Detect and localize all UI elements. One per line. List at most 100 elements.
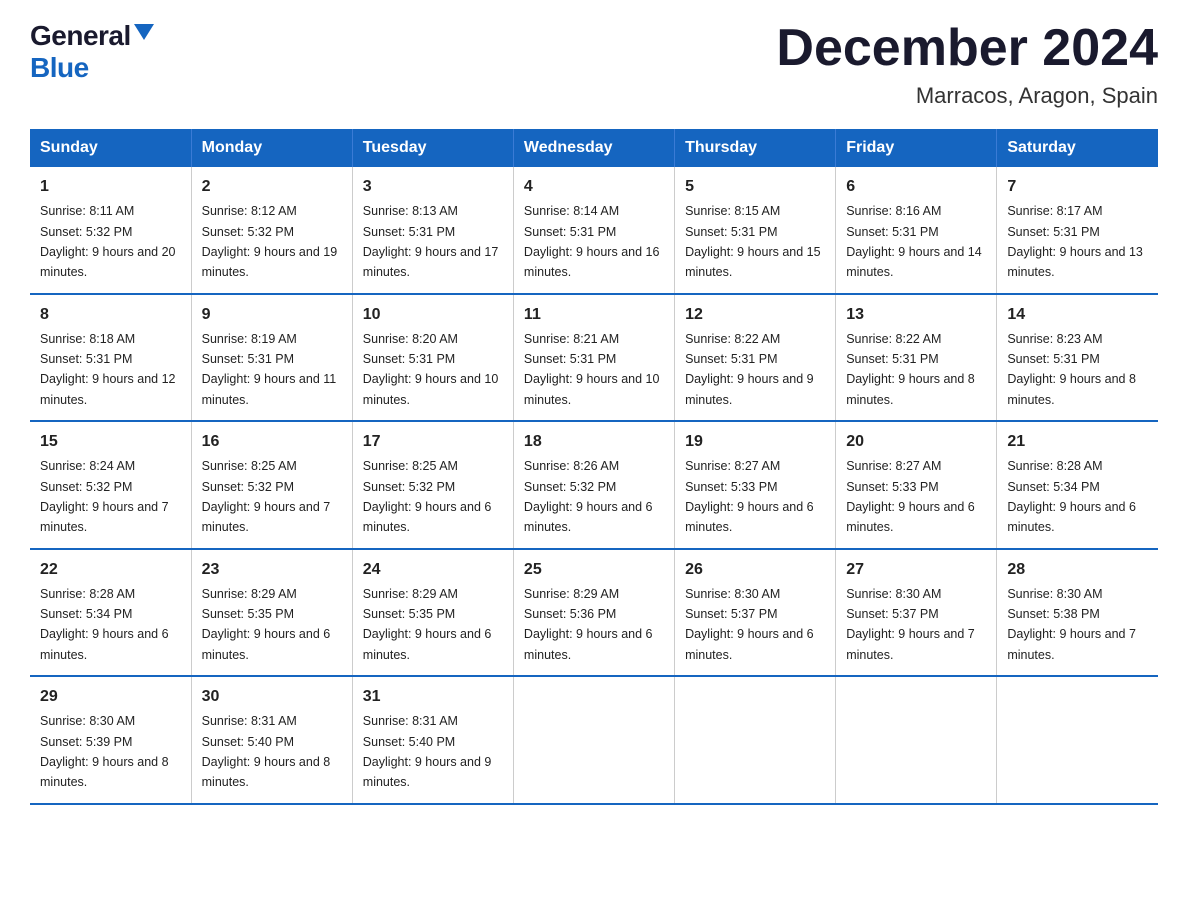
calendar-cell: 19 Sunrise: 8:27 AMSunset: 5:33 PMDayligh… [675, 421, 836, 549]
calendar-subtitle: Marracos, Aragon, Spain [776, 83, 1158, 109]
day-info: Sunrise: 8:25 AMSunset: 5:32 PMDaylight:… [202, 459, 331, 534]
calendar-cell: 18 Sunrise: 8:26 AMSunset: 5:32 PMDayligh… [513, 421, 674, 549]
day-number: 13 [846, 303, 986, 327]
day-number: 18 [524, 430, 664, 454]
calendar-cell: 3 Sunrise: 8:13 AMSunset: 5:31 PMDaylight… [352, 167, 513, 294]
calendar-cell: 24Sunrise: 8:29 AMSunset: 5:35 PMDayligh… [352, 549, 513, 677]
day-info: Sunrise: 8:26 AMSunset: 5:32 PMDaylight:… [524, 459, 653, 534]
day-info: Sunrise: 8:30 AMSunset: 5:37 PMDaylight:… [685, 587, 814, 662]
calendar-cell: 17 Sunrise: 8:25 AMSunset: 5:32 PMDayligh… [352, 421, 513, 549]
day-number: 5 [685, 175, 825, 199]
calendar-title: December 2024 [776, 20, 1158, 77]
calendar-cell: 16 Sunrise: 8:25 AMSunset: 5:32 PMDayligh… [191, 421, 352, 549]
day-number: 21 [1007, 430, 1148, 454]
header-friday: Friday [836, 129, 997, 167]
day-number: 7 [1007, 175, 1148, 199]
day-number: 3 [363, 175, 503, 199]
header-sunday: Sunday [30, 129, 191, 167]
day-info: Sunrise: 8:25 AMSunset: 5:32 PMDaylight:… [363, 459, 492, 534]
calendar-week-2: 8 Sunrise: 8:18 AMSunset: 5:31 PMDaylight… [30, 294, 1158, 422]
calendar-cell: 1 Sunrise: 8:11 AMSunset: 5:32 PMDaylight… [30, 167, 191, 294]
day-number: 25 [524, 558, 664, 582]
day-number: 17 [363, 430, 503, 454]
day-info: Sunrise: 8:19 AMSunset: 5:31 PMDaylight:… [202, 332, 337, 407]
day-number: 16 [202, 430, 342, 454]
day-number: 14 [1007, 303, 1148, 327]
calendar-cell: 29Sunrise: 8:30 AMSunset: 5:39 PMDayligh… [30, 676, 191, 804]
day-number: 29 [40, 685, 181, 709]
day-number: 11 [524, 303, 664, 327]
day-number: 23 [202, 558, 342, 582]
day-info: Sunrise: 8:21 AMSunset: 5:31 PMDaylight:… [524, 332, 660, 407]
day-info: Sunrise: 8:14 AMSunset: 5:31 PMDaylight:… [524, 204, 660, 279]
day-info: Sunrise: 8:22 AMSunset: 5:31 PMDaylight:… [846, 332, 975, 407]
calendar-cell: 27 Sunrise: 8:30 AMSunset: 5:37 PMDayligh… [836, 549, 997, 677]
calendar-cell: 12 Sunrise: 8:22 AMSunset: 5:31 PMDayligh… [675, 294, 836, 422]
calendar-header-row: SundayMondayTuesdayWednesdayThursdayFrid… [30, 129, 1158, 167]
calendar-cell: 6Sunrise: 8:16 AMSunset: 5:31 PMDaylight… [836, 167, 997, 294]
day-info: Sunrise: 8:30 AMSunset: 5:37 PMDaylight:… [846, 587, 975, 662]
calendar-cell: 2Sunrise: 8:12 AMSunset: 5:32 PMDaylight… [191, 167, 352, 294]
day-info: Sunrise: 8:11 AMSunset: 5:32 PMDaylight:… [40, 204, 176, 279]
day-info: Sunrise: 8:12 AMSunset: 5:32 PMDaylight:… [202, 204, 338, 279]
logo: General Blue [30, 20, 154, 84]
logo-general-text: General [30, 20, 131, 52]
header-thursday: Thursday [675, 129, 836, 167]
day-number: 15 [40, 430, 181, 454]
day-number: 8 [40, 303, 181, 327]
logo-blue-text: Blue [30, 52, 89, 84]
day-info: Sunrise: 8:27 AMSunset: 5:33 PMDaylight:… [685, 459, 814, 534]
calendar-cell [513, 676, 674, 804]
day-info: Sunrise: 8:29 AMSunset: 5:36 PMDaylight:… [524, 587, 653, 662]
day-info: Sunrise: 8:15 AMSunset: 5:31 PMDaylight:… [685, 204, 821, 279]
header-tuesday: Tuesday [352, 129, 513, 167]
calendar-cell: 14 Sunrise: 8:23 AMSunset: 5:31 PMDayligh… [997, 294, 1158, 422]
day-number: 28 [1007, 558, 1148, 582]
calendar-cell: 21 Sunrise: 8:28 AMSunset: 5:34 PMDayligh… [997, 421, 1158, 549]
calendar-cell: 7 Sunrise: 8:17 AMSunset: 5:31 PMDaylight… [997, 167, 1158, 294]
day-number: 4 [524, 175, 664, 199]
calendar-week-5: 29Sunrise: 8:30 AMSunset: 5:39 PMDayligh… [30, 676, 1158, 804]
day-info: Sunrise: 8:28 AMSunset: 5:34 PMDaylight:… [40, 587, 169, 662]
day-number: 9 [202, 303, 342, 327]
page-header: General Blue December 2024 Marracos, Ara… [30, 20, 1158, 109]
logo-triangle-icon [134, 24, 154, 40]
header-monday: Monday [191, 129, 352, 167]
day-info: Sunrise: 8:17 AMSunset: 5:31 PMDaylight:… [1007, 204, 1143, 279]
calendar-cell: 22 Sunrise: 8:28 AMSunset: 5:34 PMDayligh… [30, 549, 191, 677]
calendar-cell [836, 676, 997, 804]
day-info: Sunrise: 8:18 AMSunset: 5:31 PMDaylight:… [40, 332, 176, 407]
day-number: 26 [685, 558, 825, 582]
day-number: 24 [363, 558, 503, 582]
day-number: 6 [846, 175, 986, 199]
day-number: 1 [40, 175, 181, 199]
day-info: Sunrise: 8:13 AMSunset: 5:31 PMDaylight:… [363, 204, 499, 279]
day-info: Sunrise: 8:31 AMSunset: 5:40 PMDaylight:… [202, 714, 331, 789]
calendar-cell: 11 Sunrise: 8:21 AMSunset: 5:31 PMDayligh… [513, 294, 674, 422]
calendar-cell: 4 Sunrise: 8:14 AMSunset: 5:31 PMDaylight… [513, 167, 674, 294]
calendar-week-1: 1 Sunrise: 8:11 AMSunset: 5:32 PMDaylight… [30, 167, 1158, 294]
calendar-cell: 20Sunrise: 8:27 AMSunset: 5:33 PMDayligh… [836, 421, 997, 549]
calendar-cell: 9 Sunrise: 8:19 AMSunset: 5:31 PMDaylight… [191, 294, 352, 422]
day-info: Sunrise: 8:31 AMSunset: 5:40 PMDaylight:… [363, 714, 492, 789]
calendar-cell: 31 Sunrise: 8:31 AMSunset: 5:40 PMDayligh… [352, 676, 513, 804]
calendar-cell [997, 676, 1158, 804]
day-number: 31 [363, 685, 503, 709]
calendar-cell: 23Sunrise: 8:29 AMSunset: 5:35 PMDayligh… [191, 549, 352, 677]
day-number: 19 [685, 430, 825, 454]
day-number: 22 [40, 558, 181, 582]
calendar-cell: 26 Sunrise: 8:30 AMSunset: 5:37 PMDayligh… [675, 549, 836, 677]
calendar-cell: 25 Sunrise: 8:29 AMSunset: 5:36 PMDayligh… [513, 549, 674, 677]
day-info: Sunrise: 8:28 AMSunset: 5:34 PMDaylight:… [1007, 459, 1136, 534]
calendar-cell: 28Sunrise: 8:30 AMSunset: 5:38 PMDayligh… [997, 549, 1158, 677]
day-number: 20 [846, 430, 986, 454]
calendar-week-4: 22 Sunrise: 8:28 AMSunset: 5:34 PMDayligh… [30, 549, 1158, 677]
calendar-cell: 8 Sunrise: 8:18 AMSunset: 5:31 PMDaylight… [30, 294, 191, 422]
day-number: 27 [846, 558, 986, 582]
day-number: 12 [685, 303, 825, 327]
day-info: Sunrise: 8:23 AMSunset: 5:31 PMDaylight:… [1007, 332, 1136, 407]
title-section: December 2024 Marracos, Aragon, Spain [776, 20, 1158, 109]
day-info: Sunrise: 8:22 AMSunset: 5:31 PMDaylight:… [685, 332, 814, 407]
calendar-table: SundayMondayTuesdayWednesdayThursdayFrid… [30, 129, 1158, 805]
day-info: Sunrise: 8:24 AMSunset: 5:32 PMDaylight:… [40, 459, 169, 534]
